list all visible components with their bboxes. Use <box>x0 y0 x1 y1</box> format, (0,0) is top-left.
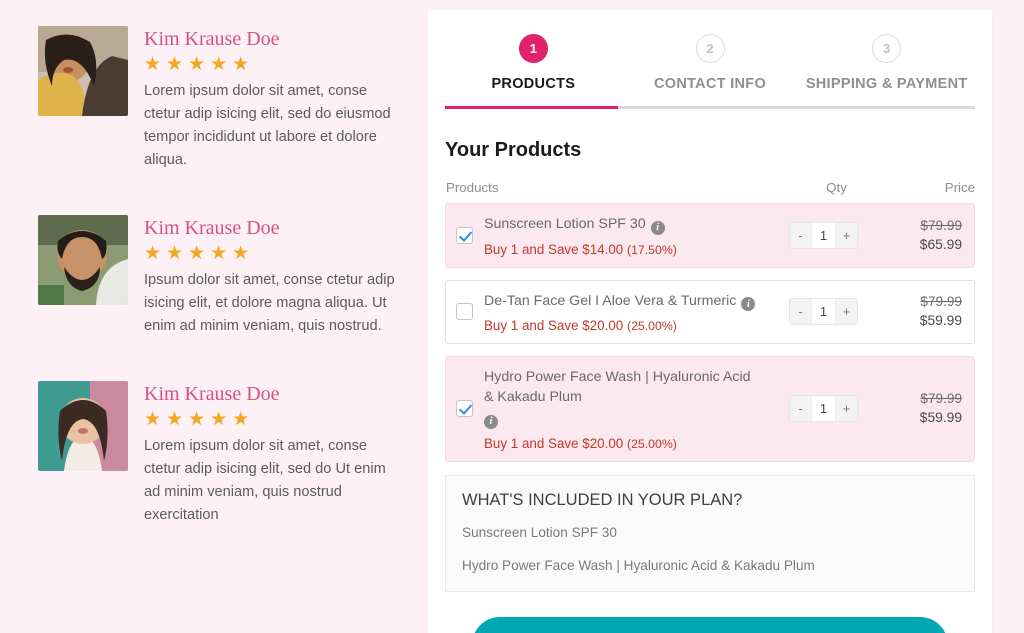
step-number-badge: 2 <box>695 34 725 63</box>
product-name: De-Tan Face Gel I Aloe Vera & Turmeric <box>484 292 737 309</box>
info-icon[interactable]: i <box>484 414 498 429</box>
original-price: $79.99 <box>920 294 962 310</box>
testimonial-text: Lorem ipsum dolor sit amet, conse ctetur… <box>144 83 391 168</box>
product-savings: Buy 1 and Save $20.00 (25.00%) <box>484 436 763 451</box>
plan-item: Hydro Power Face Wash | Hyaluronic Acid … <box>462 557 815 573</box>
step-number-badge: 1 <box>518 34 548 63</box>
product-savings-percent: (17.50%) <box>626 242 677 257</box>
testimonial-body: Kim Krause Doe ★★★★★ Ipsum dolor sit ame… <box>144 215 398 338</box>
step-progress-bar <box>445 106 975 109</box>
checkout-column: 1 PRODUCTS 2 CONTACT INFO 3 SHIPPING & P… <box>428 0 1024 633</box>
original-price: $79.99 <box>920 217 962 233</box>
next-step-area: NEXT STEP <box>428 592 992 633</box>
quantity-stepper[interactable]: - 1 + <box>789 298 858 326</box>
price-cell: $79.99 $59.99 <box>876 293 962 330</box>
table-row[interactable]: Sunscreen Lotion SPF 30 i Buy 1 and Save … <box>445 203 975 268</box>
quantity-value[interactable]: 1 <box>811 396 836 422</box>
avatar <box>38 26 128 116</box>
plan-title: WHAT'S INCLUDED IN YOUR PLAN? <box>462 490 743 509</box>
column-header-qty: Qty <box>826 180 847 195</box>
testimonial-item: Kim Krause Doe ★★★★★ Ipsum dolor sit ame… <box>38 215 398 338</box>
quantity-cell: - 1 + <box>771 395 876 423</box>
table-row[interactable]: De-Tan Face Gel I Aloe Vera & Turmeric i … <box>445 279 975 344</box>
product-checkbox[interactable] <box>456 400 473 418</box>
product-savings: Buy 1 and Save $20.00 (25.00%) <box>484 318 763 333</box>
plan-item: Sunscreen Lotion SPF 30 <box>462 524 617 540</box>
product-savings-text: Buy 1 and Save $20.00 <box>484 318 624 333</box>
quantity-cell: - 1 + <box>771 221 876 249</box>
product-info: Hydro Power Face Wash | Hyaluronic Acid … <box>484 367 771 451</box>
product-savings-text: Buy 1 and Save $14.00 <box>484 241 624 257</box>
quantity-value[interactable]: 1 <box>811 299 836 325</box>
step-products[interactable]: 1 PRODUCTS <box>445 34 622 106</box>
testimonials-column: Kim Krause Doe ★★★★★ Lorem ipsum dolor s… <box>0 0 428 633</box>
table-row[interactable]: Hydro Power Face Wash | Hyaluronic Acid … <box>445 356 975 462</box>
star-rating-icon: ★★★★★ <box>144 243 255 264</box>
checkout-page: Kim Krause Doe ★★★★★ Lorem ipsum dolor s… <box>0 0 1024 633</box>
decrement-button[interactable]: - <box>790 396 811 422</box>
avatar <box>38 381 128 471</box>
plan-summary-box: WHAT'S INCLUDED IN YOUR PLAN? Sunscreen … <box>445 474 975 592</box>
step-label: SHIPPING & PAYMENT <box>805 76 968 92</box>
testimonial-name: Kim Krause Doe <box>144 28 280 50</box>
avatar <box>38 215 128 305</box>
increment-button[interactable]: + <box>836 396 857 422</box>
decrement-button[interactable]: - <box>790 299 811 325</box>
column-header-price: Price <box>944 180 975 195</box>
info-icon[interactable]: i <box>741 297 756 311</box>
price-cell: $79.99 $65.99 <box>876 217 962 254</box>
product-savings-text: Buy 1 and Save $20.00 <box>484 435 624 451</box>
product-savings: Buy 1 and Save $14.00 (17.50%) <box>484 242 763 257</box>
testimonial-item: Kim Krause Doe ★★★★★ Lorem ipsum dolor s… <box>38 381 398 527</box>
product-savings-percent: (25.00%) <box>626 319 677 333</box>
page-title: Your Products <box>445 139 582 161</box>
testimonial-name: Kim Krause Doe <box>144 383 280 405</box>
price-cell: $79.99 $59.99 <box>876 390 962 427</box>
product-savings-percent: (25.00%) <box>626 436 677 451</box>
product-name: Hydro Power Face Wash | Hyaluronic Acid … <box>484 369 751 405</box>
product-checkbox[interactable] <box>456 226 473 244</box>
column-header-products: Products <box>446 180 499 195</box>
decrement-button[interactable]: - <box>790 222 811 248</box>
quantity-stepper[interactable]: - 1 + <box>789 395 858 423</box>
quantity-cell: - 1 + <box>771 298 876 326</box>
quantity-stepper[interactable]: - 1 + <box>789 221 858 249</box>
product-info: Sunscreen Lotion SPF 30 i Buy 1 and Save … <box>484 214 771 257</box>
product-checkbox[interactable] <box>456 303 473 321</box>
increment-button[interactable]: + <box>836 299 857 325</box>
testimonial-body: Kim Krause Doe ★★★★★ Lorem ipsum dolor s… <box>144 381 398 527</box>
discounted-price: $65.99 <box>919 236 962 252</box>
original-price: $79.99 <box>920 391 962 407</box>
step-label: PRODUCTS <box>491 76 576 92</box>
step-number-badge: 3 <box>872 34 902 63</box>
step-contact-info[interactable]: 2 CONTACT INFO <box>622 34 799 106</box>
product-name: Sunscreen Lotion SPF 30 <box>484 216 646 232</box>
checkout-steps: 1 PRODUCTS 2 CONTACT INFO 3 SHIPPING & P… <box>428 10 992 106</box>
testimonial-item: Kim Krause Doe ★★★★★ Lorem ipsum dolor s… <box>38 26 398 172</box>
next-step-button[interactable]: NEXT STEP <box>472 616 948 633</box>
step-shipping-payment[interactable]: 3 SHIPPING & PAYMENT <box>798 34 975 106</box>
testimonial-body: Kim Krause Doe ★★★★★ Lorem ipsum dolor s… <box>144 26 398 172</box>
discounted-price: $59.99 <box>919 313 962 329</box>
increment-button[interactable]: + <box>836 222 857 248</box>
star-rating-icon: ★★★★★ <box>144 409 255 430</box>
checkout-card: 1 PRODUCTS 2 CONTACT INFO 3 SHIPPING & P… <box>428 10 992 633</box>
star-rating-icon: ★★★★★ <box>144 54 255 75</box>
step-progress-fill <box>445 106 618 109</box>
products-table-header: Products Qty Price <box>428 162 992 203</box>
quantity-value[interactable]: 1 <box>811 222 836 248</box>
products-list: Sunscreen Lotion SPF 30 i Buy 1 and Save … <box>428 203 992 462</box>
discounted-price: $59.99 <box>919 410 962 426</box>
info-icon[interactable]: i <box>650 220 665 235</box>
step-label: CONTACT INFO <box>653 76 767 92</box>
testimonial-name: Kim Krause Doe <box>144 217 280 239</box>
product-info: De-Tan Face Gel I Aloe Vera & Turmeric i … <box>484 291 771 333</box>
testimonial-text: Ipsum dolor sit amet, conse ctetur adip … <box>144 272 395 334</box>
testimonial-text: Lorem ipsum dolor sit amet, conse ctetur… <box>144 438 386 523</box>
